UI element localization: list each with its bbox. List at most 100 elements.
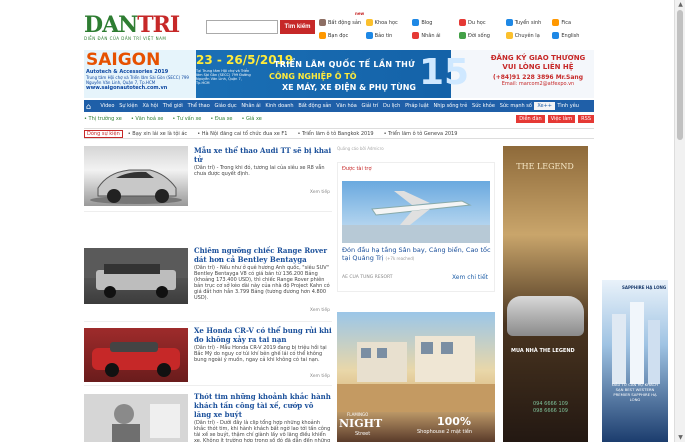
flamingo-night-street-ad[interactable]: FLAMINGO NIGHT Street 100% Shophouse 2 m…	[337, 312, 495, 442]
quicklink-label: Du học	[468, 19, 486, 26]
ticker-item[interactable]: • Triển lãm ô tô Bangkok 2019	[297, 131, 373, 137]
quicklink-icon	[505, 19, 513, 26]
quicklink-label: Blog	[421, 19, 433, 26]
quicklink[interactable]: English	[552, 32, 599, 39]
night-brand: NIGHT	[339, 417, 383, 430]
quicklink[interactable]: Nhân ái	[412, 32, 459, 39]
quicklink[interactable]: Bạn đọc	[319, 32, 366, 39]
subnav-item[interactable]: • Tư vấn xe	[172, 116, 201, 122]
nav-item[interactable]: Nhịp sống trẻ	[431, 103, 470, 109]
nav-item[interactable]: Giáo dục	[212, 103, 239, 109]
scroll-down-icon[interactable]: ▼	[677, 434, 684, 441]
ticker-item[interactable]: • Hà Nội đăng cai tổ chức đua xe F1	[197, 131, 287, 137]
quicklink[interactable]: Fica	[552, 19, 599, 26]
search-input[interactable]	[206, 20, 278, 34]
saigon-autotech-banner[interactable]: SAIGON Autotech & Accessories 2019 Trung…	[84, 50, 594, 98]
banner-saigon: SAIGON	[86, 50, 161, 70]
home-icon[interactable]: ⌂	[86, 102, 95, 111]
subnav-button[interactable]: Diễn đàn	[516, 115, 545, 123]
article-thumbnail[interactable]	[84, 248, 188, 304]
banner-phone-suffix: Mr.Sang	[555, 74, 583, 81]
banner-title-1: TRIỂN LÃM QUỐC TẾ LẦN THỨ	[274, 60, 416, 69]
quicklink-label: Bất động sản	[328, 19, 362, 26]
sponsored-source: AE CUA TUNG RESORT	[342, 275, 393, 280]
sponsored-more-link[interactable]: Xem chi tiết	[452, 274, 488, 281]
nav-item[interactable]: Văn hóa	[334, 103, 359, 109]
quicklink-label: Đời sống	[468, 32, 490, 39]
quicklink[interactable]: Chuyên lạ	[505, 32, 553, 39]
sponsored-image[interactable]	[342, 181, 490, 243]
sponsored-ad[interactable]: Được tài trợ Đón đầu hạ tầng Sân bay, Cả…	[337, 162, 495, 292]
subnav-item[interactable]: • Thị trường xe	[84, 116, 122, 122]
logo-slogan: DIỄN ĐÀN CỦA DÂN TRÍ VIỆT NAM	[84, 36, 167, 41]
nav-item[interactable]: Du lịch	[381, 103, 403, 109]
sapphire-ha-long-ad[interactable]: SAPPHIRE HẠ LONG ĐẦU TƯ CĂN HỘ KHÁCH SẠN…	[602, 280, 668, 442]
legend-logo: THE LEGEND	[516, 162, 574, 171]
nav-item[interactable]: Sức khỏe	[470, 103, 498, 109]
quicklinks: new Bất động sản Khoa học Blog Du học Tuyển s…	[319, 11, 599, 42]
nav-item[interactable]: Xã hội	[140, 103, 160, 109]
nav-item[interactable]: Bất động sản	[296, 103, 334, 109]
nav-item[interactable]: Kinh doanh	[263, 103, 296, 109]
subnav-item[interactable]: • Đua xe	[210, 116, 232, 122]
article-item[interactable]: Thót tim những khoảnh khắc hành khách tấ…	[84, 392, 332, 442]
legend-phone-1: 094 6666 109	[533, 401, 568, 407]
subnav-item[interactable]: • Giá xe	[242, 116, 262, 122]
subnav-item[interactable]: • Văn hoá xe	[131, 116, 164, 122]
ticker-item[interactable]: • Triển lãm ô tô Geneva 2019	[384, 131, 458, 137]
quicklink-label: Khoa học	[374, 19, 398, 26]
quicklink[interactable]: Du học	[459, 19, 506, 26]
article-more-link[interactable]: Xem tiếp	[310, 374, 330, 379]
ad-label: Quảng cáo bởi Admicro	[337, 146, 384, 151]
dantri-logo[interactable]: DANTRI DIỄN ĐÀN CỦA DÂN TRÍ VIỆT NAM	[84, 14, 180, 44]
quicklink[interactable]: Bất động sản	[319, 19, 366, 26]
article-thumbnail[interactable]	[84, 146, 188, 206]
nav-item[interactable]: Giải trí	[359, 103, 381, 109]
dantri-page: DANTRI DIỄN ĐÀN CỦA DÂN TRÍ VIỆT NAM Tìm…	[0, 0, 685, 442]
article-title[interactable]: Mẫu xe thể thao Audi TT sẽ bị khai tử	[194, 146, 332, 164]
the-legend-ad[interactable]: THE LEGEND MUA NHÀ THE LEGEND 094 6666 1…	[503, 146, 588, 442]
article-more-link[interactable]: Xem tiếp	[310, 190, 330, 195]
quicklink-label: Bảo tin	[374, 32, 393, 39]
article-item[interactable]: Xe Honda CR-V có thể bung rủi khi đo khô…	[84, 326, 332, 386]
quicklink[interactable]: Bảo tin	[365, 32, 413, 39]
nav-item[interactable]: Video	[98, 103, 117, 109]
article-title[interactable]: Chiêm ngưỡng chiếc Range Rover dát hơn c…	[194, 246, 332, 264]
nav-item[interactable]: Thể thao	[185, 103, 212, 109]
article-title[interactable]: Thót tim những khoảnh khắc hành khách tấ…	[194, 392, 332, 419]
nav-item[interactable]: Nhân ái	[239, 103, 263, 109]
quicklink[interactable]: Đời sống	[459, 32, 506, 39]
article-thumbnail[interactable]	[84, 328, 188, 382]
subnav-button[interactable]: RSS	[578, 115, 594, 123]
article-more-link[interactable]: Xem tiếp	[310, 308, 330, 313]
banner-title-2: CÔNG NGHIỆP Ô TÔ	[269, 72, 357, 81]
nav-item[interactable]: Thế giới	[161, 103, 186, 109]
article-item[interactable]: Mẫu xe thể thao Audi TT sẽ bị khai tử (D…	[84, 146, 332, 212]
nav-item[interactable]: Sức mạnh số	[497, 103, 534, 109]
quicklink-label: English	[561, 32, 580, 39]
audi-tt-image	[90, 169, 182, 204]
article-desc: (Dân trí) - Trong khi đó, tương lai của …	[194, 165, 325, 177]
nav-item[interactable]: Sự kiện	[117, 103, 140, 109]
subnav-button[interactable]: Việc làm	[547, 115, 576, 123]
quicklink[interactable]: Tuyển sinh	[505, 19, 553, 26]
nav-item[interactable]: Pháp luật	[403, 103, 431, 109]
nav-item[interactable]: Tình yêu	[555, 103, 581, 109]
ticker-item[interactable]: • Bạy xin lái xe là tội ác	[128, 131, 187, 137]
scrollbar-thumb[interactable]	[677, 10, 683, 140]
scroll-up-icon[interactable]: ▲	[677, 1, 684, 8]
quicklink[interactable]: Blog	[412, 19, 459, 26]
vertical-scrollbar[interactable]: ▲ ▼	[674, 0, 685, 442]
bus-driver-image	[84, 394, 188, 442]
nav-item[interactable]: Xe++	[534, 102, 555, 110]
honda-crv-image	[92, 342, 180, 377]
ticker-label[interactable]: Dòng sự kiện	[84, 129, 123, 138]
article-thumbnail[interactable]	[84, 394, 188, 442]
search-button[interactable]: Tìm kiếm	[280, 20, 315, 34]
article-title[interactable]: Xe Honda CR-V có thể bung rủi khi đo khô…	[194, 326, 332, 344]
sponsored-title[interactable]: Đón đầu hạ tầng Sân bay, Cảng biển, Cao …	[342, 246, 491, 262]
article-item[interactable]: Chiêm ngưỡng chiếc Range Rover dát hơn c…	[84, 246, 332, 322]
quicklinks-row: Bạn đọc Bảo tin Nhân ái Đời sống Chuyên lạ En…	[319, 29, 599, 42]
banner-address: Trung tâm Hội chợ và Triển lãm Sài Gòn (…	[86, 75, 189, 85]
quicklink[interactable]: Khoa học	[365, 19, 413, 26]
